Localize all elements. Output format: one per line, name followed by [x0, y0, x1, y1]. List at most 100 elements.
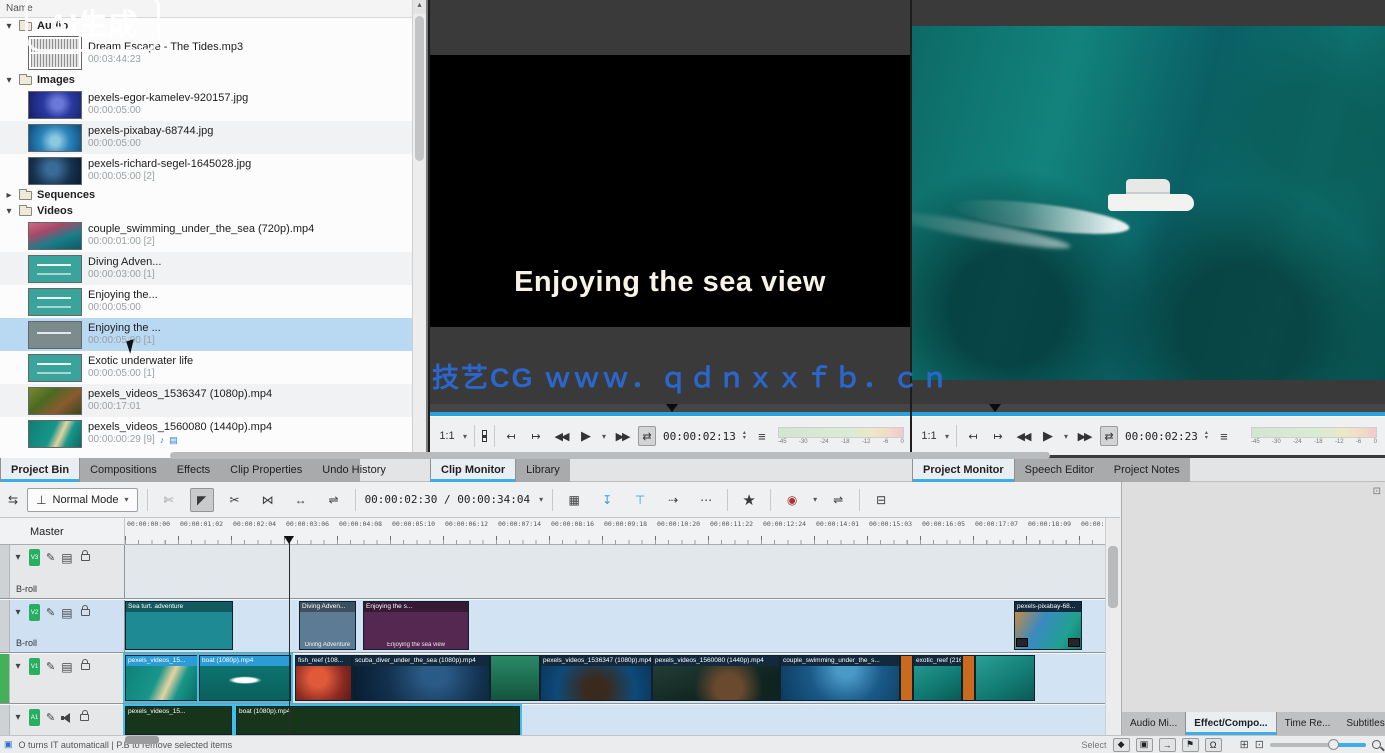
- timecode-spinner[interactable]: ▴▾: [1205, 431, 1208, 441]
- tab-compositions[interactable]: Compositions: [80, 458, 167, 482]
- monitor-menu-icon[interactable]: ≡: [753, 426, 771, 446]
- timeline-scrollbar-thumb[interactable]: [1108, 546, 1118, 608]
- track-target-zone[interactable]: [0, 600, 10, 652]
- bin-clip-row[interactable]: pexels_videos_1536347 (1080p).mp400:00:1…: [0, 384, 412, 417]
- chevron-down-icon[interactable]: ▾: [463, 432, 467, 441]
- timecode-spinner[interactable]: ▴▾: [743, 431, 746, 441]
- timeline-ruler[interactable]: Master 00:00:00:0000:00:01:0200:00:02:04…: [0, 518, 1105, 545]
- bin-folder-row[interactable]: ▾Audio: [0, 18, 412, 34]
- spacer-tool-icon[interactable]: ⋈: [256, 488, 280, 512]
- bin-folder-row[interactable]: ▾Images: [0, 72, 412, 88]
- timeline-zoom-slider[interactable]: [1270, 743, 1366, 747]
- forward-icon[interactable]: ▶▶: [613, 426, 631, 446]
- track-edit-icon[interactable]: ✎: [46, 551, 55, 564]
- timeline-clip[interactable]: fish_reef (108...: [295, 655, 352, 701]
- track-target-zone[interactable]: [0, 545, 10, 598]
- track-lane-v3[interactable]: [125, 545, 1105, 598]
- timeline-clip[interactable]: boat (1080p).mp4: [199, 655, 291, 701]
- project-monitor-timecode[interactable]: 00:00:02:23: [1125, 430, 1198, 443]
- timeline-clip[interactable]: [962, 655, 975, 701]
- audio-align-icon[interactable]: ⇌: [826, 488, 850, 512]
- timeline-clip[interactable]: boat (1080p).mp4: [236, 706, 520, 735]
- loop-zone-icon[interactable]: ⇄: [638, 426, 656, 446]
- timeline-clip[interactable]: pexels_videos_1536347 (1080p).mp4: [540, 655, 652, 701]
- bin-column-header[interactable]: Name: [0, 0, 426, 18]
- track-thumbnails-icon[interactable]: ▤: [61, 606, 72, 620]
- audio-thumbnails-button[interactable]: →: [1159, 738, 1176, 752]
- track-edit-icon[interactable]: ✎: [46, 606, 55, 619]
- timeline-clip[interactable]: Sea turt. adventure: [125, 601, 233, 650]
- track-collapse-icon[interactable]: ▾: [13, 607, 23, 618]
- track-lock-icon[interactable]: [81, 609, 90, 616]
- timeline-playhead-icon[interactable]: [284, 536, 294, 544]
- bin-clip-row[interactable]: Exotic underwater life00:00:05:00 [1]: [0, 351, 412, 384]
- scroll-up-icon[interactable]: ▴: [413, 0, 426, 14]
- mark-out-icon[interactable]: ↦: [527, 426, 545, 446]
- track-lock-icon[interactable]: [81, 663, 90, 670]
- mark-out-icon[interactable]: ↦: [989, 426, 1007, 446]
- master-button[interactable]: Master: [0, 518, 125, 545]
- dock-tab-subtitles[interactable]: Subtitles: [1338, 712, 1385, 735]
- bin-clip-row[interactable]: Enjoying the...00:00:05:00: [0, 285, 412, 318]
- bin-scrollbar-thumb[interactable]: [415, 16, 424, 161]
- track-edit-icon[interactable]: ✎: [46, 711, 55, 724]
- timeline-timecode[interactable]: 00:00:02:30 / 00:00:34:04: [365, 493, 531, 506]
- splitter-handle[interactable]: [170, 452, 1050, 459]
- timeline-hscroll-thumb[interactable]: [125, 736, 159, 744]
- timeline-scrollbar[interactable]: [1105, 518, 1120, 735]
- tab-clip-monitor[interactable]: Clip Monitor: [430, 458, 516, 482]
- track-lock-icon[interactable]: [80, 714, 89, 721]
- ruler-scale[interactable]: 00:00:00:0000:00:01:0200:00:02:0400:00:0…: [125, 518, 1105, 545]
- slip-tool-icon[interactable]: ↔: [289, 488, 313, 512]
- insert-zone-icon[interactable]: ↧: [595, 488, 619, 512]
- tab-effects[interactable]: Effects: [167, 458, 220, 482]
- project-monitor-seek-ruler[interactable]: [912, 404, 1385, 412]
- track-target-badge[interactable]: V1: [29, 658, 40, 675]
- track-target-zone[interactable]: [0, 705, 10, 735]
- timeline-clip[interactable]: Diving Adven...Diving Adventure: [299, 601, 356, 650]
- selection-tool-icon[interactable]: ◤: [190, 488, 214, 512]
- record-icon[interactable]: ◉: [780, 488, 804, 512]
- razor-all-tool-icon[interactable]: ✄: [157, 488, 181, 512]
- track-header-a1[interactable]: ▾A1✎: [10, 705, 125, 735]
- track-collapse-icon[interactable]: ▾: [13, 661, 23, 672]
- bin-clip-row[interactable]: couple_swimming_under_the_sea (720p).mp4…: [0, 219, 412, 252]
- loop-zone-icon[interactable]: ⇄: [1100, 426, 1118, 446]
- track-edit-icon[interactable]: ✎: [46, 660, 55, 673]
- video-thumbnails-button[interactable]: ▣: [1136, 738, 1153, 752]
- fit-zoom-icon[interactable]: ⊡: [1255, 738, 1264, 751]
- timeline-clip[interactable]: couple_swimming_under_the_s...: [780, 655, 900, 701]
- edit-mode-dropdown[interactable]: ⊥ Normal Mode ▾: [27, 488, 138, 512]
- track-lock-icon[interactable]: [81, 554, 90, 561]
- track-collapse-icon[interactable]: ▾: [13, 712, 23, 723]
- bin-folder-row[interactable]: ▸Sequences: [0, 187, 412, 203]
- timeline-clip[interactable]: [900, 655, 913, 701]
- mark-in-icon[interactable]: ↤: [964, 426, 982, 446]
- ripple-tool-icon[interactable]: ⇌: [322, 488, 346, 512]
- clip-monitor-video[interactable]: Enjoying the sea view: [430, 55, 910, 327]
- grid-icon[interactable]: ⊞: [1240, 738, 1249, 751]
- clip-monitor-playhead-icon[interactable]: [666, 404, 678, 412]
- expander-open-icon[interactable]: ▾: [4, 206, 14, 217]
- rewind-icon[interactable]: ◀◀: [552, 426, 570, 446]
- tab-project-notes[interactable]: Project Notes: [1104, 458, 1190, 482]
- track-header-v2[interactable]: ▾V2✎▤B-roll: [10, 600, 125, 652]
- timeline-clip[interactable]: [975, 655, 1035, 701]
- timeline-clip[interactable]: [490, 655, 540, 701]
- loop-button[interactable]: Ω: [1205, 738, 1222, 752]
- more-options-icon[interactable]: ⋯: [694, 488, 718, 512]
- forward-icon[interactable]: ▶▶: [1075, 426, 1093, 446]
- track-collapse-icon[interactable]: ▾: [13, 552, 23, 563]
- timeline-clip[interactable]: pexels_videos_15...: [125, 706, 232, 735]
- bin-clip-row[interactable]: pexels-egor-kamelev-920157.jpg00:00:05:0…: [0, 88, 412, 121]
- extract-zone-icon[interactable]: ⊤: [628, 488, 652, 512]
- bin-clip-row[interactable]: Dream Escape - The Tides.mp300:03:44:23: [0, 34, 412, 72]
- clip-monitor-seek-ruler[interactable]: [430, 404, 910, 412]
- bin-clip-row[interactable]: pexels_videos_1560080 (1440p).mp400:00:0…: [0, 417, 412, 450]
- tab-undo-history[interactable]: Undo History: [312, 458, 396, 482]
- track-thumbnails-icon[interactable]: ▤: [61, 551, 72, 565]
- dock-tab-effect-compo-[interactable]: Effect/Compo...: [1185, 712, 1276, 735]
- monitor-menu-icon[interactable]: ≡: [1215, 426, 1233, 446]
- track-lane-v2[interactable]: Sea turt. adventure Diving Adven...Diving…: [125, 600, 1105, 652]
- monitor-zoom-level[interactable]: 1:1: [920, 426, 938, 446]
